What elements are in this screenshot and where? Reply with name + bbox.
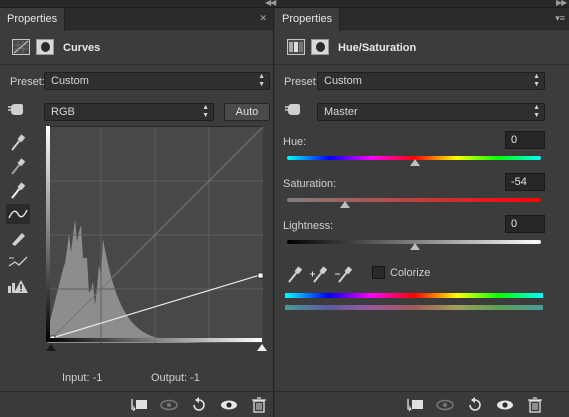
panel-dock-bar: ◀◀ ▶▶ [0,0,569,8]
curves-adjustment-icon [12,39,30,55]
colorize-checkbox[interactable] [372,266,385,279]
select-arrows-icon: ▲ ▼ [258,73,265,88]
tab-bar: Properties ▾≡ [275,8,569,31]
input-gradient-bar [46,338,262,342]
reset-adjustment-icon[interactable] [464,395,486,415]
panel-title: Curves [63,42,101,54]
preset-label: Preset: [284,76,319,88]
on-image-adjust-hand-icon[interactable] [283,98,307,118]
tab-bar: Properties ✕ [0,8,273,31]
on-image-adjust-hand-icon[interactable] [6,98,30,118]
clipping-warning-icon[interactable] [6,276,30,296]
delete-adjustment-trash-icon[interactable] [248,395,270,415]
add-to-sample-eyedropper-icon[interactable] [308,264,332,284]
auto-button[interactable]: Auto [224,103,270,121]
color-range-value: Master [324,106,358,118]
preset-label: Preset: [10,76,45,88]
saturation-slider-thumb[interactable] [340,201,350,208]
adjustment-header: Curves [0,31,273,65]
preset-select[interactable]: Custom ▲ ▼ [317,72,545,90]
curves-properties-panel: Properties ✕ Curves Preset: Custom ▲ ▼ RG… [0,8,274,417]
output-gradient-bar [46,126,50,342]
white-input-slider-icon[interactable] [257,344,267,351]
output-readout: Output: -1 [151,372,200,384]
curve-point-white[interactable] [257,272,263,279]
preset-value: Custom [51,75,89,87]
channel-value: RGB [51,106,75,118]
panel-title: Hue/Saturation [338,42,417,54]
layer-mask-icon[interactable] [36,39,54,55]
reset-adjustment-icon[interactable] [188,395,210,415]
panel-close-icon[interactable]: ✕ [259,13,267,24]
delete-adjustment-trash-icon[interactable] [524,395,546,415]
colorize-label: Colorize [390,267,431,279]
view-previous-state-icon[interactable] [158,395,180,415]
curves-graph[interactable] [46,126,263,343]
input-color-range-bar [285,293,543,298]
saturation-label: Saturation: [283,178,337,190]
tab-label: Properties [282,13,333,25]
channel-select[interactable]: RGB ▲ ▼ [44,103,214,121]
tab-label: Properties [7,13,58,25]
gray-point-eyedropper-icon[interactable] [6,156,30,176]
subtract-from-sample-eyedropper-icon[interactable] [333,264,357,284]
toggle-visibility-eye-icon[interactable] [218,395,240,415]
toggle-visibility-eye-icon[interactable] [494,395,516,415]
collapse-left-icon[interactable]: ◀◀ [265,0,276,7]
adjustment-header: Hue/Saturation [275,31,569,65]
select-arrows-icon: ▲ ▼ [533,73,540,88]
view-previous-state-icon[interactable] [434,395,456,415]
edit-points-curve-icon[interactable] [6,204,30,224]
tab-properties[interactable]: Properties [0,8,66,31]
saturation-slider[interactable] [287,198,541,202]
hue-saturation-properties-panel: Properties ▾≡ Hue/Saturation Preset: Cus… [275,8,569,417]
clip-to-layer-icon[interactable] [128,395,150,415]
hue-label: Hue: [283,136,307,148]
tab-properties[interactable]: Properties [275,8,341,31]
draw-curve-pencil-icon[interactable] [6,228,30,248]
curves-graph-canvas[interactable] [47,127,263,343]
sample-eyedropper-icon[interactable] [283,264,307,284]
smooth-curve-icon[interactable] [6,252,30,272]
white-point-eyedropper-icon[interactable] [6,180,30,200]
select-arrows-icon: ▲ ▼ [533,104,540,119]
panel-footer [0,391,273,417]
hue-input[interactable]: 0 [505,131,545,149]
panel-footer [275,391,569,417]
black-point-eyedropper-icon[interactable] [6,132,30,152]
input-readout: Input: -1 [62,372,103,384]
hue-slider-thumb[interactable] [410,159,420,166]
color-range-select[interactable]: Master ▲ ▼ [317,103,545,121]
lightness-slider-thumb[interactable] [410,243,420,250]
preset-select[interactable]: Custom ▲ ▼ [44,72,270,90]
hue-saturation-adjustment-icon [287,39,305,55]
saturation-input[interactable]: -54 [505,173,545,191]
panel-menu-icon[interactable]: ▾≡ [555,13,565,24]
lightness-input[interactable]: 0 [505,215,545,233]
select-arrows-icon: ▲ ▼ [202,104,209,119]
preset-value: Custom [324,75,362,87]
lightness-label: Lightness: [283,220,334,232]
layer-mask-icon[interactable] [311,39,329,55]
collapse-right-icon[interactable]: ▶▶ [556,0,567,7]
clip-to-layer-icon[interactable] [404,395,426,415]
black-input-slider-icon[interactable] [46,344,56,351]
output-color-range-bar [285,305,543,310]
